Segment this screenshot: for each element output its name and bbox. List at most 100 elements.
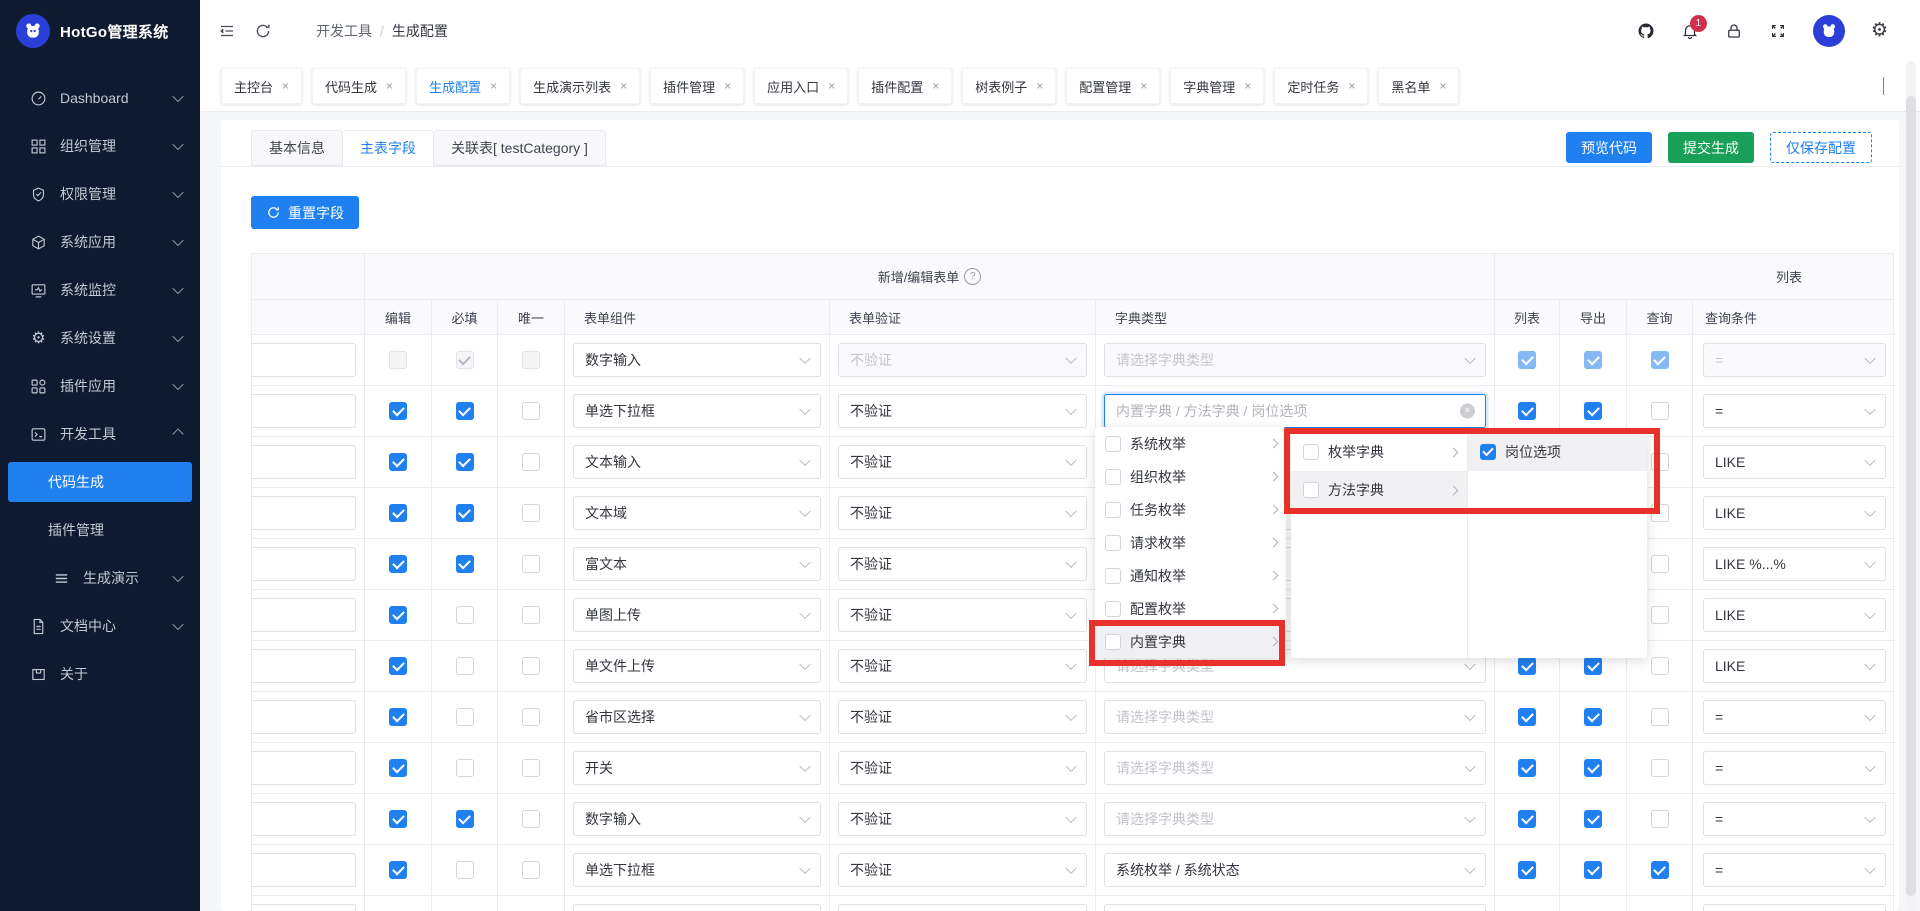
list-checkbox[interactable]	[1518, 759, 1536, 777]
cascader-option[interactable]: 组织枚举	[1095, 460, 1286, 493]
dict-type-select[interactable]: 系统枚举 / 系统状态×	[1104, 853, 1486, 887]
page-tab[interactable]: 定时任务 ×	[1274, 68, 1368, 104]
option-checkbox[interactable]	[1303, 444, 1319, 460]
breadcrumb-section[interactable]: 开发工具	[316, 21, 372, 41]
list-checkbox[interactable]	[1518, 810, 1536, 828]
page-tab[interactable]: 生成演示列表 ×	[520, 68, 640, 104]
validation-select[interactable]: 不验证	[838, 700, 1087, 734]
field-name-input[interactable]	[252, 904, 356, 911]
sidebar-item-permission[interactable]: 权限管理	[0, 170, 200, 218]
export-checkbox[interactable]	[1584, 402, 1602, 420]
close-icon[interactable]: ×	[1348, 79, 1355, 93]
submit-generate-button[interactable]: 提交生成	[1668, 132, 1754, 163]
unique-checkbox[interactable]	[522, 861, 540, 879]
query-cond-select[interactable]: LIKE	[1703, 649, 1886, 683]
field-name-input[interactable]	[252, 496, 356, 530]
sidebar-item-monitor[interactable]: 系统监控	[0, 266, 200, 314]
edit-checkbox[interactable]	[389, 861, 407, 879]
unique-checkbox[interactable]	[522, 555, 540, 573]
field-name-input[interactable]	[252, 751, 356, 785]
query-cond-select[interactable]: =	[1703, 802, 1886, 836]
validation-select[interactable]	[838, 904, 1087, 911]
required-checkbox[interactable]	[456, 351, 474, 369]
query-checkbox[interactable]	[1651, 810, 1669, 828]
page-tab[interactable]: 树表例子 ×	[962, 68, 1056, 104]
export-checkbox[interactable]	[1584, 861, 1602, 879]
edit-checkbox[interactable]	[389, 504, 407, 522]
required-checkbox[interactable]	[456, 606, 474, 624]
query-cond-select[interactable]	[1703, 904, 1886, 911]
sidebar-item-about[interactable]: 关于	[0, 650, 200, 698]
unique-checkbox[interactable]	[522, 708, 540, 726]
component-select[interactable]: 省市区选择	[573, 700, 821, 734]
sidebar-item-system-app[interactable]: 系统应用	[0, 218, 200, 266]
validation-select[interactable]: 不验证	[838, 802, 1087, 836]
unique-checkbox[interactable]	[522, 504, 540, 522]
scrollbar-thumb[interactable]	[1906, 96, 1916, 896]
unique-checkbox[interactable]	[522, 759, 540, 777]
refresh-icon[interactable]	[254, 22, 272, 40]
field-name-input[interactable]	[252, 547, 356, 581]
field-name-input[interactable]	[252, 343, 356, 377]
query-checkbox[interactable]	[1651, 657, 1669, 675]
cascader-option-method-dict[interactable]: 方法字典	[1291, 471, 1467, 509]
collapse-sidebar-icon[interactable]	[218, 22, 236, 40]
sidebar-item-org[interactable]: 组织管理	[0, 122, 200, 170]
query-checkbox[interactable]	[1651, 708, 1669, 726]
query-cond-select[interactable]: =	[1703, 751, 1886, 785]
query-cond-select[interactable]: LIKE	[1703, 445, 1886, 479]
field-name-input[interactable]	[252, 853, 356, 887]
list-checkbox[interactable]	[1518, 351, 1536, 369]
required-checkbox[interactable]	[456, 555, 474, 573]
sidebar-item-settings[interactable]: ⚙ 系统设置	[0, 314, 200, 362]
edit-checkbox[interactable]	[389, 351, 407, 369]
query-cond-select[interactable]: =	[1703, 343, 1886, 377]
edit-checkbox[interactable]	[389, 555, 407, 573]
query-checkbox[interactable]	[1651, 759, 1669, 777]
page-tab[interactable]: 黑名单 ×	[1378, 68, 1459, 104]
list-checkbox[interactable]	[1518, 861, 1536, 879]
export-checkbox[interactable]	[1584, 657, 1602, 675]
unique-checkbox[interactable]	[522, 657, 540, 675]
query-checkbox[interactable]	[1651, 504, 1669, 522]
close-icon[interactable]: ×	[1036, 79, 1043, 93]
validation-select[interactable]: 不验证	[838, 853, 1087, 887]
component-select[interactable]: 数字输入	[573, 802, 821, 836]
avatar[interactable]	[1813, 15, 1845, 47]
component-select[interactable]: 数字输入	[573, 343, 821, 377]
export-checkbox[interactable]	[1584, 759, 1602, 777]
sidebar-item-generate-demo[interactable]: 生成演示	[0, 554, 200, 602]
option-checkbox-checked[interactable]	[1480, 444, 1496, 460]
component-select[interactable]: 富文本	[573, 547, 821, 581]
component-select[interactable]: 单图上传	[573, 598, 821, 632]
gear-icon[interactable]: ⚙	[1871, 21, 1888, 40]
unique-checkbox[interactable]	[522, 606, 540, 624]
cascader-option-enum-dict[interactable]: 枚举字典	[1291, 433, 1467, 471]
required-checkbox[interactable]	[456, 861, 474, 879]
cascader-option[interactable]: 内置字典	[1095, 625, 1286, 658]
option-checkbox[interactable]	[1105, 634, 1121, 650]
page-tab[interactable]: 插件配置 ×	[858, 68, 952, 104]
tab-basic-info[interactable]: 基本信息	[251, 130, 343, 166]
query-cond-select[interactable]: =	[1703, 700, 1886, 734]
page-tab[interactable]: 应用入口 ×	[754, 68, 848, 104]
cascader-option[interactable]: 配置枚举	[1095, 592, 1286, 625]
edit-checkbox[interactable]	[389, 402, 407, 420]
field-name-input[interactable]	[252, 649, 356, 683]
fullscreen-icon[interactable]	[1769, 22, 1787, 40]
cascader-option-post-options[interactable]: 岗位选项	[1468, 433, 1647, 471]
query-checkbox[interactable]	[1651, 555, 1669, 573]
field-name-input[interactable]	[252, 700, 356, 734]
edit-checkbox[interactable]	[389, 657, 407, 675]
required-checkbox[interactable]	[456, 402, 474, 420]
tab-list-dropdown-button[interactable]	[1877, 71, 1890, 101]
validation-select[interactable]: 不验证	[838, 496, 1087, 530]
close-icon[interactable]: ×	[1439, 79, 1446, 93]
option-checkbox[interactable]	[1105, 535, 1121, 551]
cascader-option[interactable]: 任务枚举	[1095, 493, 1286, 526]
clear-icon[interactable]: ×	[1460, 404, 1475, 419]
option-checkbox[interactable]	[1303, 482, 1319, 498]
option-checkbox[interactable]	[1105, 436, 1121, 452]
option-checkbox[interactable]	[1105, 601, 1121, 617]
query-cond-select[interactable]: =	[1703, 853, 1886, 887]
